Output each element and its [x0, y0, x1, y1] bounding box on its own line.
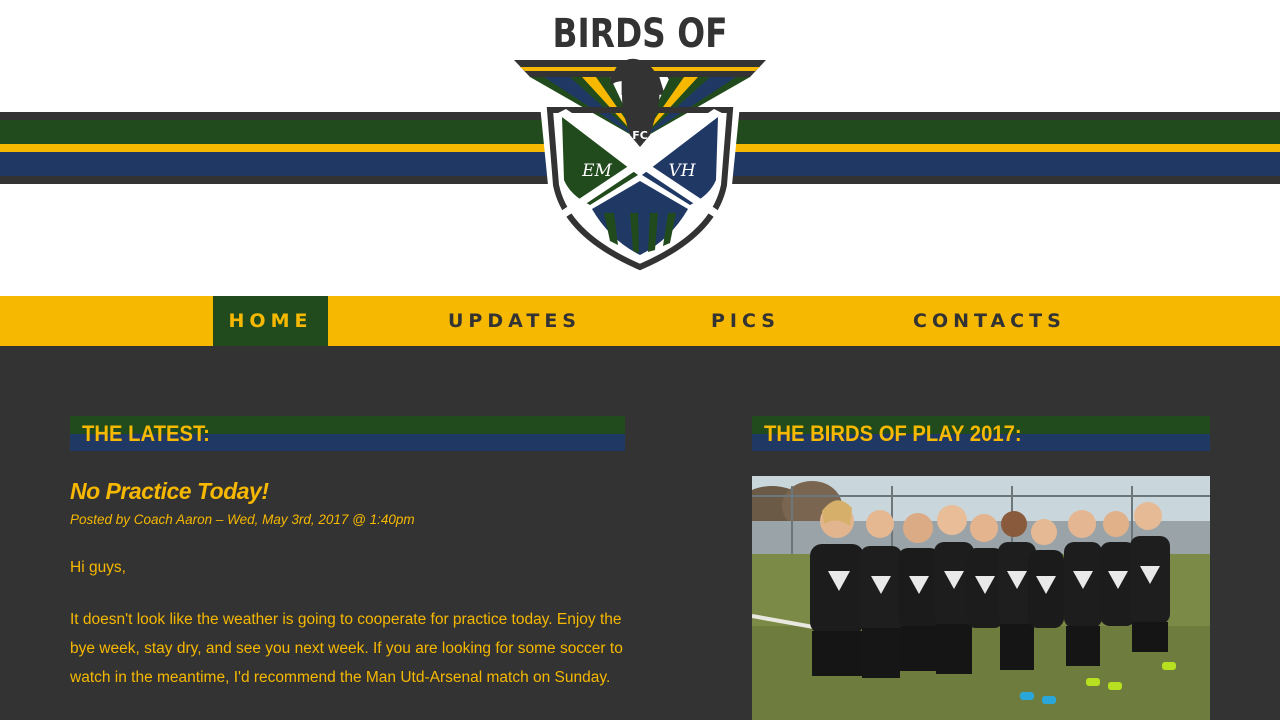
latest-heading: THE LATEST: — [70, 416, 625, 452]
nav-home[interactable]: HOME — [213, 296, 328, 346]
main-nav: HOME UPDATES PICS CONTACTS — [0, 296, 1280, 346]
crest-icon: FC EM VH — [514, 58, 766, 273]
crest-left-initials: EM — [581, 161, 612, 181]
nav-contacts[interactable]: CONTACTS — [913, 296, 1061, 346]
crest-right-initials: VH — [668, 161, 696, 181]
team-photo-image — [752, 476, 1210, 720]
site-logo[interactable]: BIRDS OF PLAY — [500, 0, 780, 280]
team-photo[interactable] — [752, 476, 1210, 720]
nav-pics[interactable]: PICS — [708, 296, 783, 346]
crest-fc-text: FC — [632, 129, 648, 142]
post-paragraph: It doesn't look like the weather is goin… — [70, 611, 623, 686]
nav-updates[interactable]: UPDATES — [448, 296, 578, 346]
post-title[interactable]: No Practice Today! — [70, 476, 269, 506]
post-paragraph: Hi guys, — [70, 559, 126, 576]
team-heading-text: THE BIRDS OF PLAY 2017: — [764, 421, 1022, 446]
post-meta: Posted by Coach Aaron – Wed, May 3rd, 20… — [70, 512, 415, 527]
site-header: BIRDS OF PLAY — [0, 0, 1280, 296]
latest-heading-text: THE LATEST: — [82, 421, 210, 446]
team-heading: THE BIRDS OF PLAY 2017: — [752, 416, 1210, 452]
